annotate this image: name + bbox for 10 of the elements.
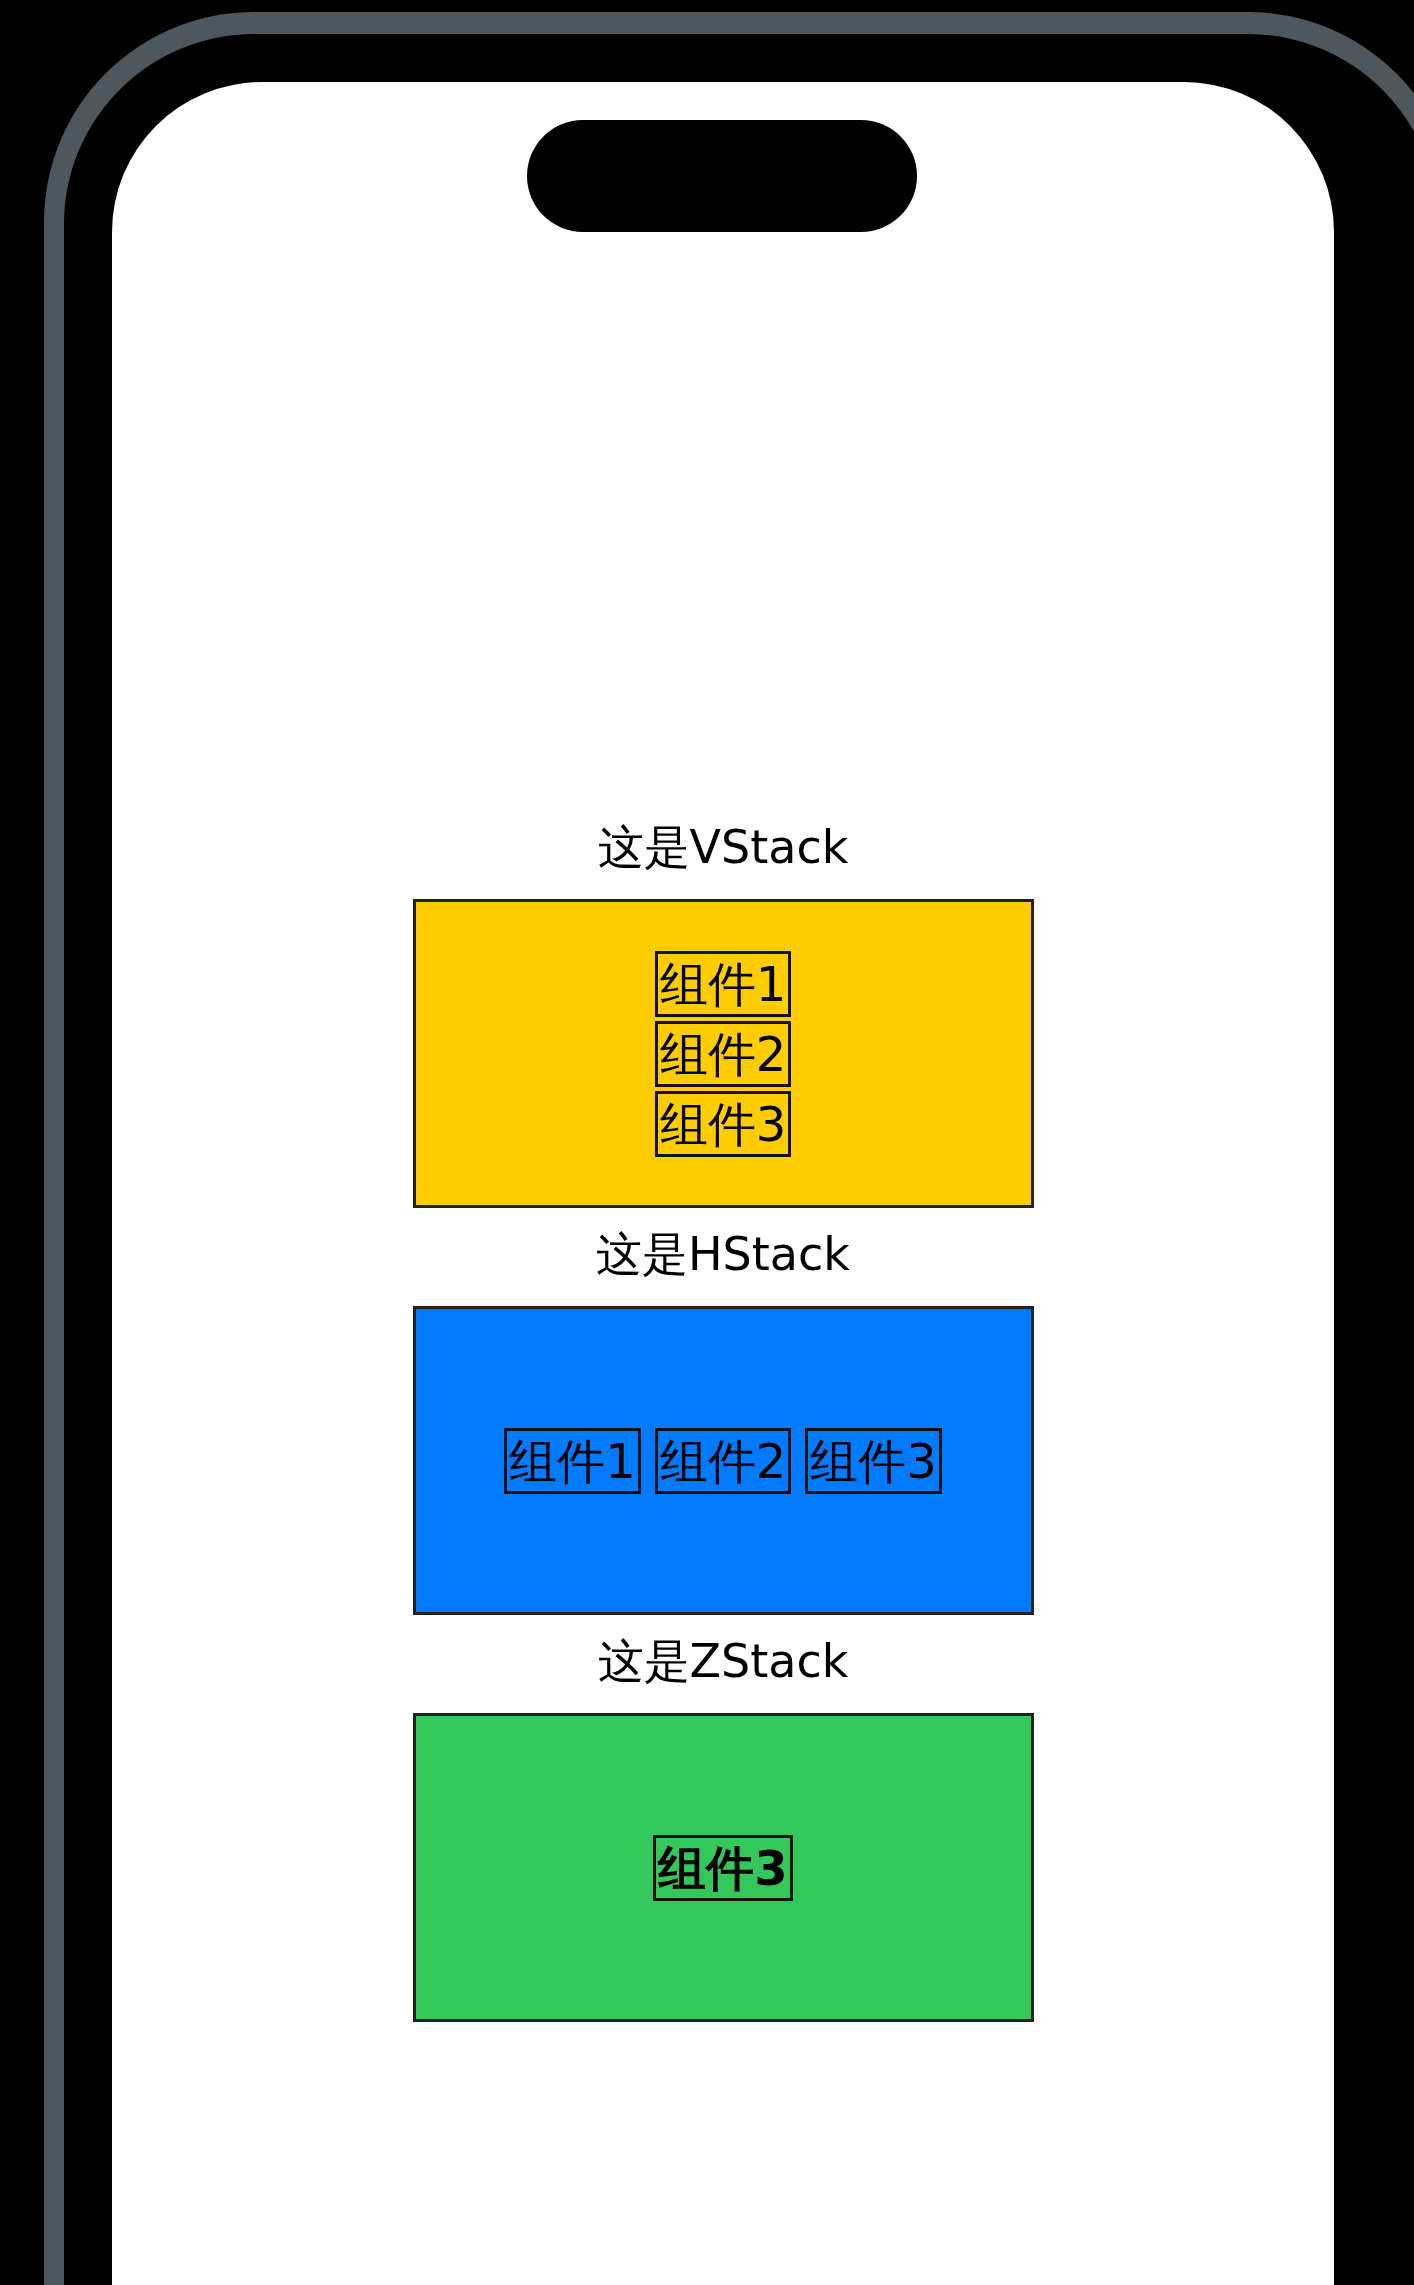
section-title: 这是HStack [596,1226,850,1283]
component-label: 组件1 [654,950,792,1017]
component-label: 组件3 [805,1427,942,1494]
component-label: 组件3 [653,1834,793,1901]
section-title: 这是ZStack [597,1633,849,1690]
component-label: 组件2 [654,1427,792,1494]
section-title: 这是VStack [597,819,849,876]
component-label: 组件1 [504,1427,641,1494]
component-label: 组件3 [654,1090,792,1157]
component-label: 组件2 [654,1020,792,1087]
